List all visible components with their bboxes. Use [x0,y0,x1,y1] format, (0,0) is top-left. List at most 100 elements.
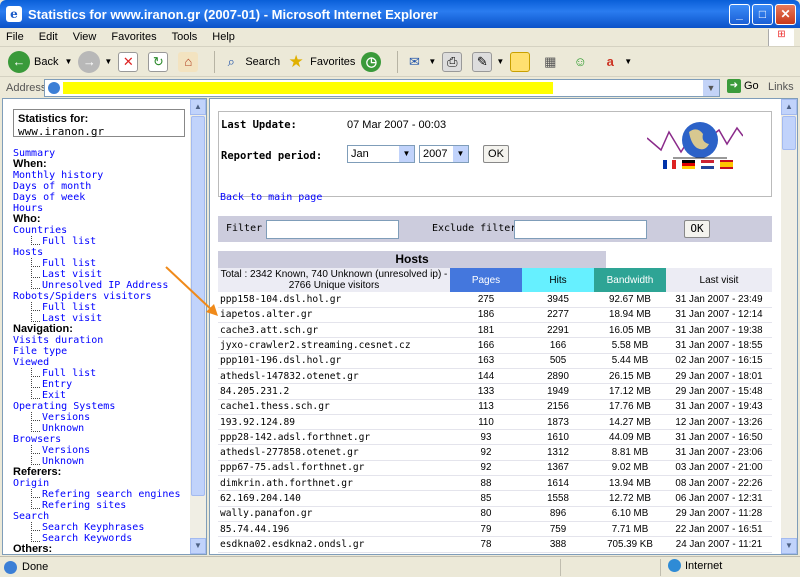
flag-es-icon[interactable] [720,160,733,169]
left-scrollbar[interactable]: ▲ ▼ [190,99,206,554]
year-select[interactable]: 2007 ▼ [419,145,469,163]
scroll-thumb[interactable] [782,116,796,150]
menu-item-link[interactable]: Origin [13,478,193,489]
last-visit-value: 31 Jan 2007 - 23:06 [666,444,772,461]
mail-button[interactable]: ✉ ▼ [404,52,436,72]
hits-value: 1558 [522,490,594,507]
menu-view[interactable]: View [73,31,97,43]
menu-item-link[interactable]: Robots/Spiders visitors [13,291,193,302]
stats-menu: Summary When: Monthly history Days of month… [13,148,193,554]
menu-subitem-link[interactable]: Exit [13,390,193,401]
hosts-table: Total : 2342 Known, 740 Unknown (unresol… [218,268,772,553]
print-button[interactable]: ⎙ [442,51,466,72]
host-name: iapetos.alter.gr [218,307,450,324]
table-row: 84.205.231.2 133 1949 17.12 MB 29 Jan 2007 -… [218,383,772,400]
menu-subitem-link[interactable]: Last visit [13,269,193,280]
menu-subitem-link[interactable]: Versions [13,412,193,423]
menu-subitem-link[interactable]: Full list [13,258,193,269]
pages-value: 79 [450,521,522,538]
refresh-button[interactable]: ↻ [148,51,172,72]
menu-item-link[interactable]: File type [13,346,193,357]
research-button[interactable]: ▦ [540,52,564,72]
menu-item-link[interactable]: Visits duration [13,335,193,346]
exclude-filter-input[interactable] [514,220,647,239]
maximize-button[interactable]: □ [752,4,773,25]
forward-button[interactable]: → ▼ [78,50,112,73]
scroll-down-icon[interactable]: ▼ [190,538,206,554]
stop-button[interactable]: ✕ [118,51,142,72]
bandwidth-value: 6.10 MB [594,506,666,522]
flag-de-icon[interactable] [682,160,695,169]
back-to-main-link[interactable]: Back to main page [220,192,322,203]
filter-input[interactable] [266,220,399,239]
scroll-thumb[interactable] [191,116,205,496]
minimize-button[interactable]: _ [729,4,750,25]
pages-value: 92 [450,444,522,461]
menu-subitem-link[interactable]: Search Keyphrases [13,522,193,533]
translate-button[interactable]: a ▼ [600,52,633,72]
menu-item-link[interactable]: Viewed [13,357,193,368]
table-row: dimkrin.ath.forthnet.gr 88 1614 13.94 MB 08 … [218,475,772,492]
print-icon: ⎙ [442,51,463,72]
address-input[interactable]: ▼ [44,79,720,97]
menu-item-link[interactable]: Countries [13,225,193,236]
hits-value: 759 [522,521,594,538]
month-select[interactable]: Jan ▼ [347,145,415,163]
period-ok-button[interactable]: OK [483,145,509,163]
menu-tools[interactable]: Tools [172,31,198,43]
menu-help[interactable]: Help [212,31,235,43]
table-row: iapetos.alter.gr 186 2277 18.94 MB 31 Jan 20… [218,307,772,324]
history-button[interactable]: ◷ [361,51,385,72]
menu-subitem-link[interactable]: Unresolved IP Address [13,280,193,291]
menu-item-link[interactable]: Days of week [13,192,193,203]
menu-edit[interactable]: Edit [39,31,58,43]
menu-subitem-link[interactable]: Entry [13,379,193,390]
menu-subitem-link[interactable]: Full list [13,302,193,313]
menu-item-link[interactable]: Operating Systems [13,401,193,412]
menu-subitem-link[interactable]: Unknown [13,423,193,434]
menu-item-link[interactable]: Search [13,511,193,522]
menu-subitem-link[interactable]: Refering sites [13,500,193,511]
bandwidth-value: 16.05 MB [594,322,666,339]
edit-button[interactable]: ✎ ▼ [472,51,504,72]
search-button[interactable]: ⌕ Search [221,52,281,72]
security-zone: Internet [668,559,722,572]
home-button[interactable]: ⌂ [178,51,202,72]
discuss-button[interactable] [510,51,534,72]
menu-item-link[interactable]: Hosts [13,247,193,258]
last-visit-value: 31 Jan 2007 - 16:50 [666,429,772,446]
filter-bar: Filter : Exclude filter : OK [218,216,772,242]
scroll-up-icon[interactable]: ▲ [190,99,206,115]
go-button[interactable]: ➜ Go [727,79,759,93]
right-scrollbar[interactable]: ▲ ▼ [781,99,797,554]
discuss-icon [510,51,531,72]
table-row: cache3.att.sch.gr 181 2291 16.05 MB 31 Jan 2… [218,322,772,339]
back-button[interactable]: ← Back ▼ [8,50,72,73]
menu-subitem-link[interactable]: Full list [13,368,193,379]
menu-item-link[interactable]: Browsers [13,434,193,445]
table-row: cache1.thess.sch.gr 113 2156 17.76 MB 31 Jan… [218,399,772,415]
stats-for-label: Statistics for: [18,113,89,125]
go-arrow-icon: ➜ [727,79,741,93]
flag-nl-icon[interactable] [701,160,714,169]
history-icon: ◷ [361,51,382,72]
scroll-down-icon[interactable]: ▼ [781,538,797,554]
links-label[interactable]: Links [768,81,794,93]
menu-item-link[interactable]: Hours [13,203,193,214]
messenger-button[interactable]: ☺ [570,52,594,72]
menu-item-link[interactable]: Days of month [13,181,193,192]
scroll-up-icon[interactable]: ▲ [781,99,797,115]
flag-fr-icon[interactable] [663,160,676,169]
menu-subitem-link[interactable]: Full list [13,236,193,247]
address-dropdown-icon[interactable]: ▼ [703,80,719,96]
chevron-down-icon: ▼ [399,146,414,162]
host-name: jyxo-crawler2.streaming.cesnet.cz [218,337,450,354]
filter-ok-button[interactable]: OK [684,220,710,238]
menu-file[interactable]: File [6,31,24,43]
menu-item-link[interactable]: Monthly history [13,170,193,181]
favorites-button[interactable]: ★ Favorites [286,52,356,72]
menu-subitem-link[interactable]: Refering search engines [13,489,193,500]
close-button[interactable]: ✕ [775,4,796,25]
menu-subitem-link[interactable]: Versions [13,445,193,456]
menu-favorites[interactable]: Favorites [111,31,156,43]
